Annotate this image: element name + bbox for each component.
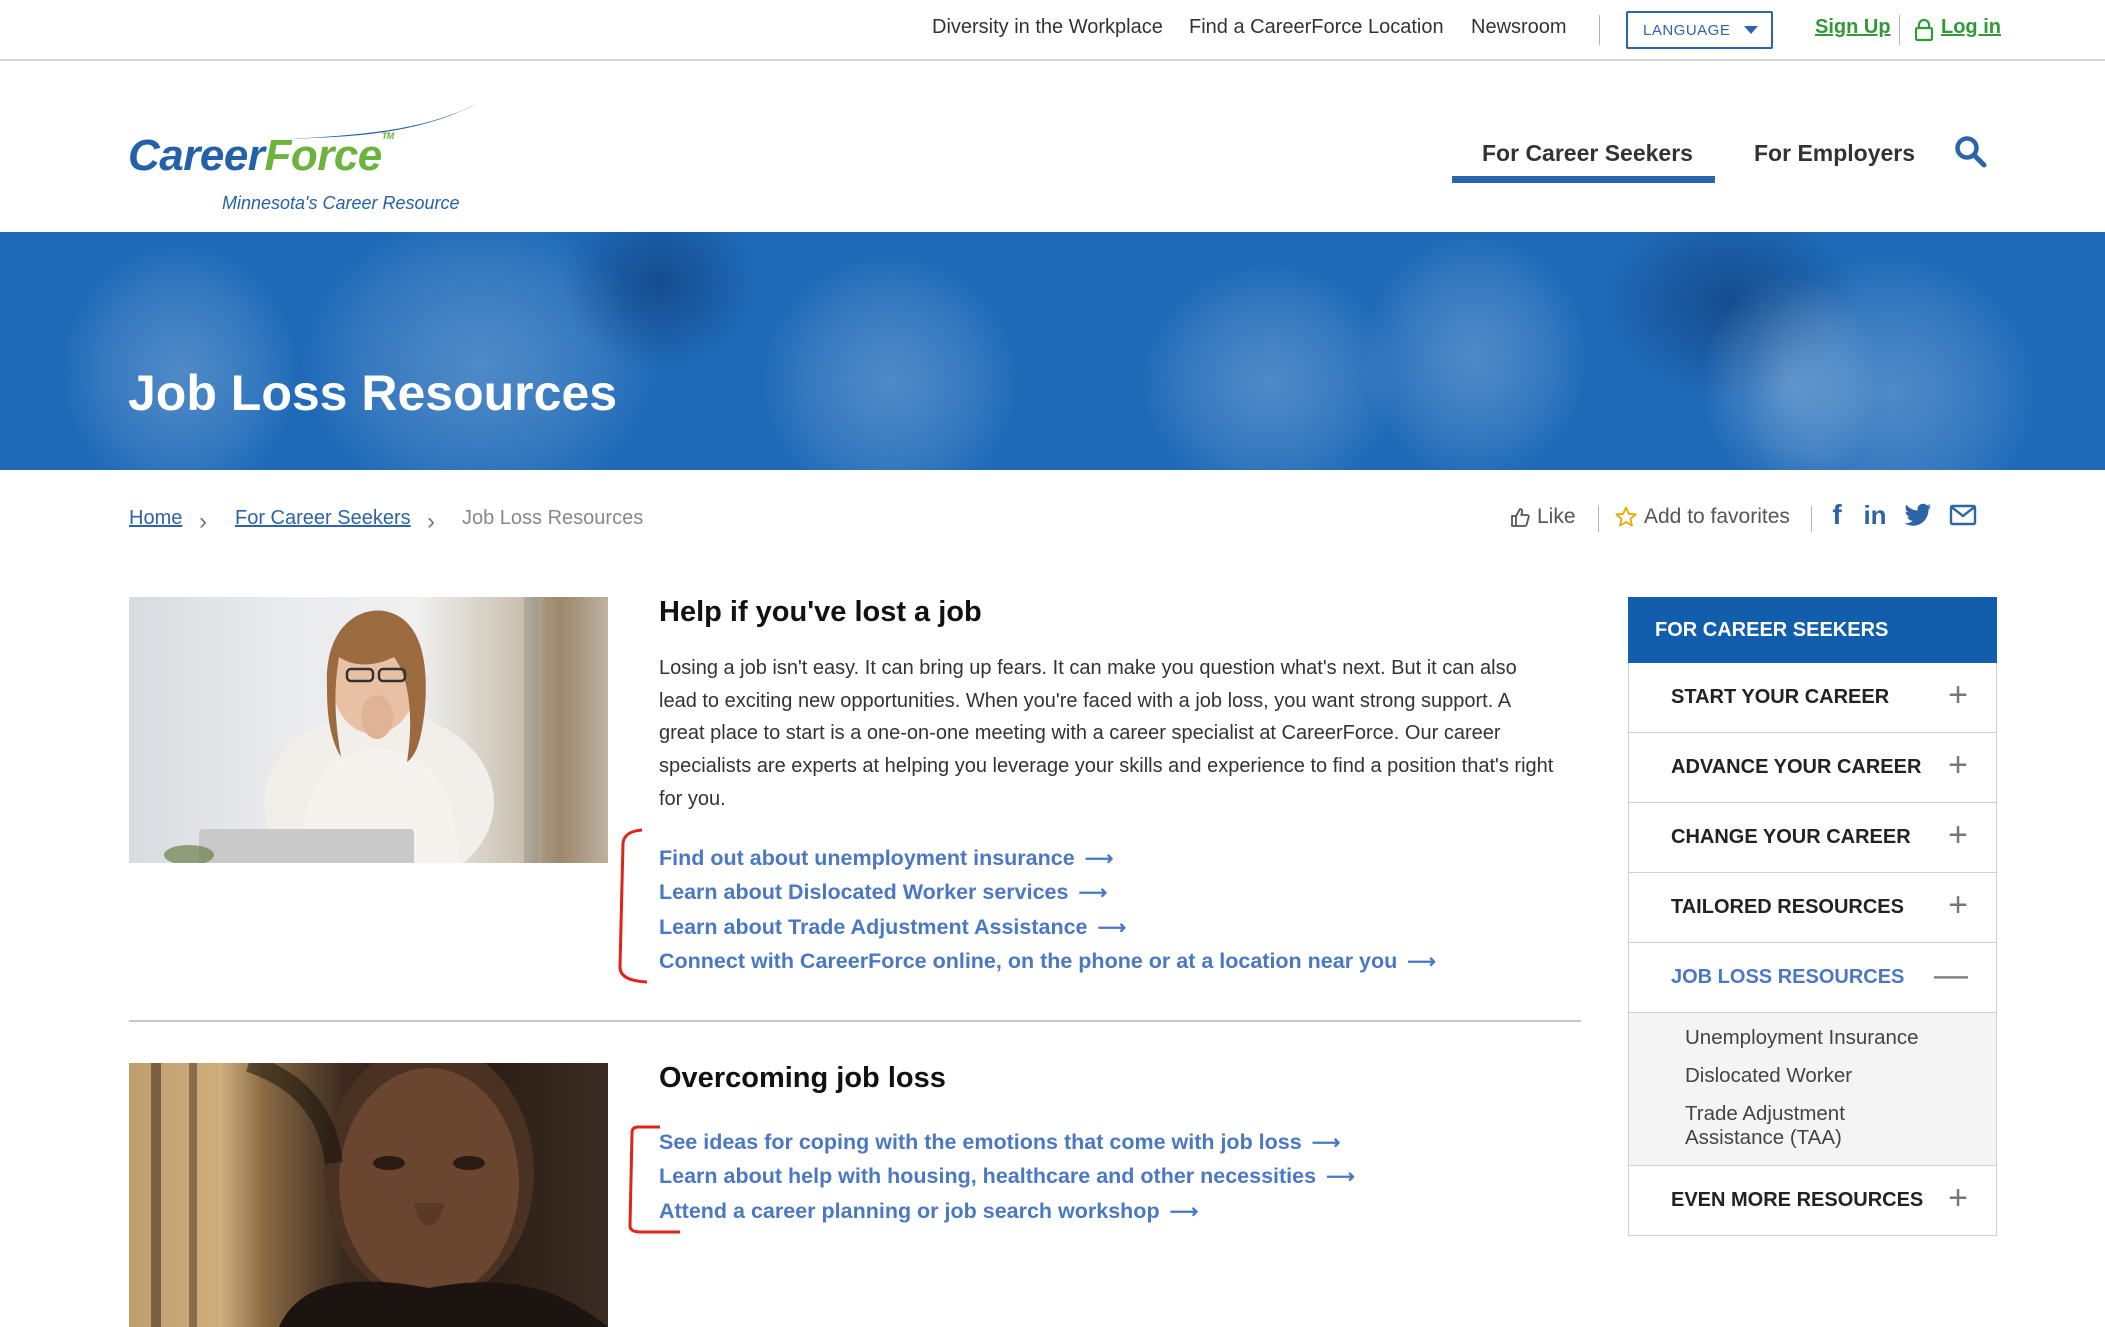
log-in-link[interactable]: Log in: [1941, 16, 2001, 39]
minus-icon[interactable]: —: [1934, 958, 1968, 992]
sidebar-subitem-dislocated-worker[interactable]: Dislocated Worker: [1629, 1057, 1996, 1095]
link-label: Learn about Trade Adjustment Assistance: [659, 915, 1088, 939]
breadcrumb-current: Job Loss Resources: [462, 507, 644, 529]
sidebar-item-advance-career[interactable]: ADVANCE YOUR CAREER +: [1628, 733, 1997, 803]
twitter-icon[interactable]: [1904, 500, 1932, 530]
link-label: Learn about help with housing, healthcar…: [659, 1164, 1317, 1188]
section-title-lost-job: Help if you've lost a job: [659, 596, 982, 628]
plus-icon[interactable]: +: [1948, 1181, 1968, 1215]
right-arrow-icon: ⟶: [1326, 1166, 1355, 1188]
sidebar-item-label: TAILORED RESOURCES: [1671, 896, 1904, 918]
thumbs-up-icon: [1511, 508, 1530, 527]
plus-icon[interactable]: +: [1948, 678, 1968, 712]
chevron-right-icon: ›: [199, 508, 207, 535]
link-label: Connect with CareerForce online, on the …: [659, 949, 1398, 973]
favorites-label: Add to favorites: [1644, 505, 1790, 528]
link-dislocated-worker[interactable]: Learn about Dislocated Worker services ⟶: [659, 880, 1107, 905]
search-icon[interactable]: [1953, 134, 1989, 170]
sidebar-heading[interactable]: FOR CAREER SEEKERS: [1628, 597, 1997, 663]
link-trade-adjustment[interactable]: Learn about Trade Adjustment Assistance ⟶: [659, 915, 1126, 940]
logo-trademark: TM: [381, 131, 395, 141]
nav-active-indicator: [1452, 176, 1715, 183]
link-label: Attend a career planning or job search w…: [659, 1199, 1160, 1223]
link-housing-healthcare[interactable]: Learn about help with housing, healthcar…: [659, 1164, 1355, 1189]
right-arrow-icon: ⟶: [1169, 1201, 1199, 1223]
logo-career-text: Career: [128, 131, 265, 180]
utility-bar: Diversity in the Workplace Find a Career…: [0, 0, 2105, 61]
newsroom-link[interactable]: Newsroom: [1471, 16, 1567, 39]
language-dropdown[interactable]: LANGUAGE: [1626, 11, 1773, 49]
sidebar-subitem-taa[interactable]: Trade Adjustment Assistance (TAA): [1629, 1095, 1889, 1157]
woman-at-laptop-photo: [129, 597, 608, 863]
sidebar-item-start-career[interactable]: START YOUR CAREER +: [1628, 663, 1997, 733]
nav-employers[interactable]: For Employers: [1754, 140, 1915, 167]
lock-icon: [1914, 18, 1934, 42]
email-icon[interactable]: [1949, 500, 1977, 530]
find-location-link[interactable]: Find a CareerForce Location: [1189, 16, 1444, 39]
sidebar-item-label: START YOUR CAREER: [1671, 686, 1890, 708]
like-label: Like: [1537, 505, 1576, 528]
link-unemployment-insurance[interactable]: Find out about unemployment insurance ⟶: [659, 846, 1113, 871]
sidebar-item-tailored-resources[interactable]: TAILORED RESOURCES +: [1628, 873, 1997, 943]
share-divider: [1598, 506, 1599, 532]
red-bracket-annotation: [618, 828, 648, 984]
plus-icon[interactable]: +: [1948, 748, 1968, 782]
link-label: Find out about unemployment insurance: [659, 846, 1075, 870]
site-header: CareerForceTM Minnesota's Career Resourc…: [0, 63, 2105, 231]
sidebar-item-label: CHANGE YOUR CAREER: [1671, 826, 1911, 848]
sidebar-nav: FOR CAREER SEEKERS START YOUR CAREER + A…: [1628, 597, 1997, 1236]
sidebar-item-label: JOB LOSS RESOURCES: [1671, 966, 1905, 988]
link-connect-careerforce[interactable]: Connect with CareerForce online, on the …: [659, 949, 1436, 974]
breadcrumb-career-seekers[interactable]: For Career Seekers: [235, 507, 411, 530]
add-to-favorites-button[interactable]: Add to favorites: [1614, 505, 1790, 529]
utility-divider: [1899, 15, 1900, 45]
facebook-icon[interactable]: f: [1823, 500, 1851, 530]
sidebar-item-label: ADVANCE YOUR CAREER: [1671, 756, 1922, 778]
logo-force-text: Force: [264, 131, 382, 180]
right-arrow-icon: ⟶: [1407, 951, 1436, 973]
breadcrumb-home[interactable]: Home: [129, 507, 182, 530]
logo-wordmark: CareerForceTM: [128, 131, 394, 181]
sign-up-link[interactable]: Sign Up: [1815, 16, 1891, 39]
like-button[interactable]: Like: [1509, 505, 1576, 529]
sidebar-item-change-career[interactable]: CHANGE YOUR CAREER +: [1628, 803, 1997, 873]
linkedin-icon[interactable]: in: [1861, 500, 1889, 530]
right-arrow-icon: ⟶: [1097, 917, 1127, 939]
plus-icon[interactable]: +: [1948, 818, 1968, 852]
plus-icon[interactable]: +: [1948, 888, 1968, 922]
chevron-right-icon: ›: [427, 508, 435, 535]
careerforce-logo[interactable]: CareerForceTM Minnesota's Career Resourc…: [128, 101, 478, 221]
section-body-lost-job: Losing a job isn't easy. It can bring up…: [659, 657, 1554, 810]
link-coping-emotions[interactable]: See ideas for coping with the emotions t…: [659, 1130, 1340, 1155]
man-portrait-photo: [129, 1063, 608, 1327]
sidebar-item-job-loss-resources[interactable]: JOB LOSS RESOURCES —: [1628, 943, 1997, 1013]
sidebar-item-more-resources[interactable]: EVEN MORE RESOURCES +: [1628, 1166, 1997, 1236]
link-label: See ideas for coping with the emotions t…: [659, 1130, 1302, 1154]
star-icon: [1615, 506, 1637, 527]
right-arrow-icon: ⟶: [1311, 1132, 1341, 1154]
link-label: Learn about Dislocated Worker services: [659, 880, 1069, 904]
share-divider: [1811, 506, 1812, 532]
sidebar-submenu: Unemployment Insurance Dislocated Worker…: [1628, 1013, 1997, 1166]
hero-banner: Job Loss Resources: [0, 232, 2105, 470]
sidebar-item-label: EVEN MORE RESOURCES: [1671, 1189, 1924, 1211]
section-title-overcoming: Overcoming job loss: [659, 1062, 946, 1094]
sidebar-subitem-unemployment[interactable]: Unemployment Insurance: [1629, 1019, 1996, 1057]
caret-down-icon: [1744, 26, 1759, 34]
hero-photo-texture: [60, 242, 300, 470]
page-title: Job Loss Resources: [128, 365, 618, 421]
language-label: LANGUAGE: [1643, 21, 1731, 39]
hero-photo-texture: [760, 252, 1020, 470]
utility-divider: [1599, 15, 1600, 45]
diversity-link[interactable]: Diversity in the Workplace: [932, 16, 1163, 39]
link-workshop[interactable]: Attend a career planning or job search w…: [659, 1199, 1198, 1224]
right-arrow-icon: ⟶: [1078, 882, 1108, 904]
logo-tagline: Minnesota's Career Resource: [222, 193, 460, 213]
right-arrow-icon: ⟶: [1084, 848, 1114, 870]
nav-career-seekers[interactable]: For Career Seekers: [1482, 140, 1693, 167]
hero-photo-texture: [1360, 232, 1590, 470]
section-divider: [129, 1020, 1581, 1022]
